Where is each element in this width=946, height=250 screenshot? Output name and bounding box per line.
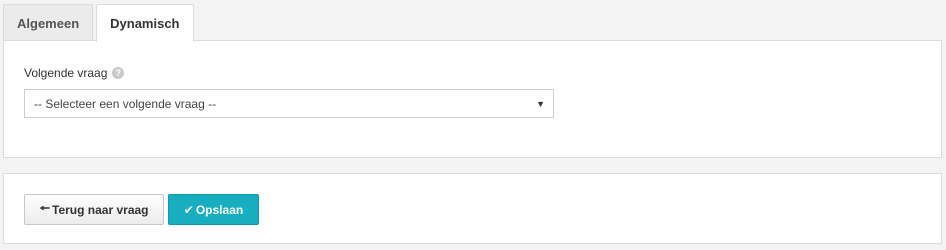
save-button-label: Opslaan [195,202,244,217]
next-question-select-value: -- Selecteer een volgende vraag -- [34,96,217,111]
save-button[interactable]: ✔ Opslaan [168,194,259,225]
back-button-label: Terug naar vraag [52,202,149,217]
next-question-label: Volgende vraag ? [24,66,125,80]
next-question-label-text: Volgende vraag [24,66,108,80]
page: Algemeen Dynamisch Volgende vraag ? -- S… [0,0,946,250]
actions-panel: 🠔 Terug naar vraag ✔ Opslaan [3,173,942,244]
check-icon: ✔ [183,202,194,217]
tab-dynamisch[interactable]: Dynamisch [96,4,194,42]
tab-label: Dynamisch [110,16,180,31]
arrow-left-icon: 🠔 [39,201,51,215]
tab-algemeen[interactable]: Algemeen [3,4,94,41]
tab-bar: Algemeen Dynamisch [3,3,197,42]
back-to-question-button[interactable]: 🠔 Terug naar vraag [24,194,164,225]
caret-down-icon: ▼ [536,98,545,109]
next-question-select[interactable]: -- Selecteer een volgende vraag -- ▼ [24,89,554,118]
tab-label: Algemeen [17,15,80,31]
question-circle-icon[interactable]: ? [112,67,125,79]
tab-content-panel: Volgende vraag ? -- Selecteer een volgen… [3,40,942,158]
